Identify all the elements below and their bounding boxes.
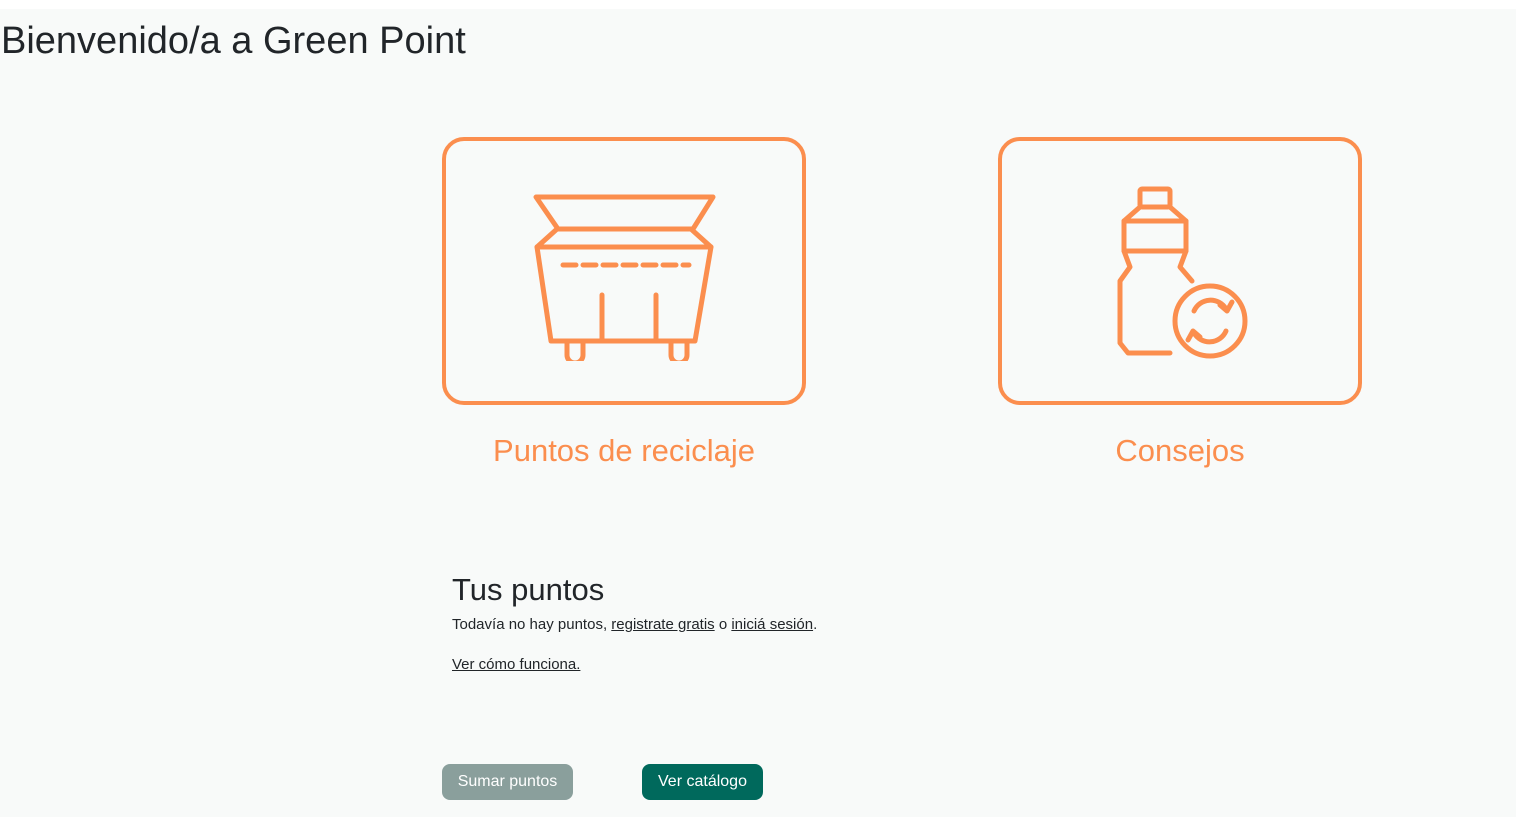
- page-background: Bienvenido/a a Green Point Puntos de rec…: [0, 9, 1516, 817]
- view-catalog-button[interactable]: Ver catálogo: [642, 764, 763, 800]
- points-message-or: o: [714, 616, 732, 633]
- add-points-button[interactable]: Sumar puntos: [442, 764, 573, 800]
- points-message: Todavía no hay puntos, registrate gratis…: [452, 615, 1052, 635]
- recycling-points-icon-box[interactable]: [442, 137, 806, 405]
- tips-label[interactable]: Consejos: [998, 433, 1362, 469]
- recycling-points-card[interactable]: Puntos de reciclaje: [442, 137, 806, 469]
- tips-card[interactable]: Consejos: [998, 137, 1362, 469]
- recycling-points-label[interactable]: Puntos de reciclaje: [442, 433, 806, 469]
- login-link[interactable]: iniciá sesión: [731, 616, 813, 633]
- tips-icon-box[interactable]: [998, 137, 1362, 405]
- register-link[interactable]: registrate gratis: [611, 616, 714, 633]
- points-section: Tus puntos Todavía no hay puntos, regist…: [452, 571, 1052, 675]
- how-it-works-link[interactable]: Ver cómo funciona.: [452, 655, 580, 675]
- points-message-end: .: [813, 616, 818, 633]
- points-message-start: Todavía no hay puntos,: [452, 616, 612, 633]
- bottle-recycle-icon: [1117, 186, 1248, 359]
- page-title: Bienvenido/a a Green Point: [1, 20, 466, 62]
- points-title: Tus puntos: [452, 572, 605, 607]
- recycling-bin-icon: [533, 194, 716, 361]
